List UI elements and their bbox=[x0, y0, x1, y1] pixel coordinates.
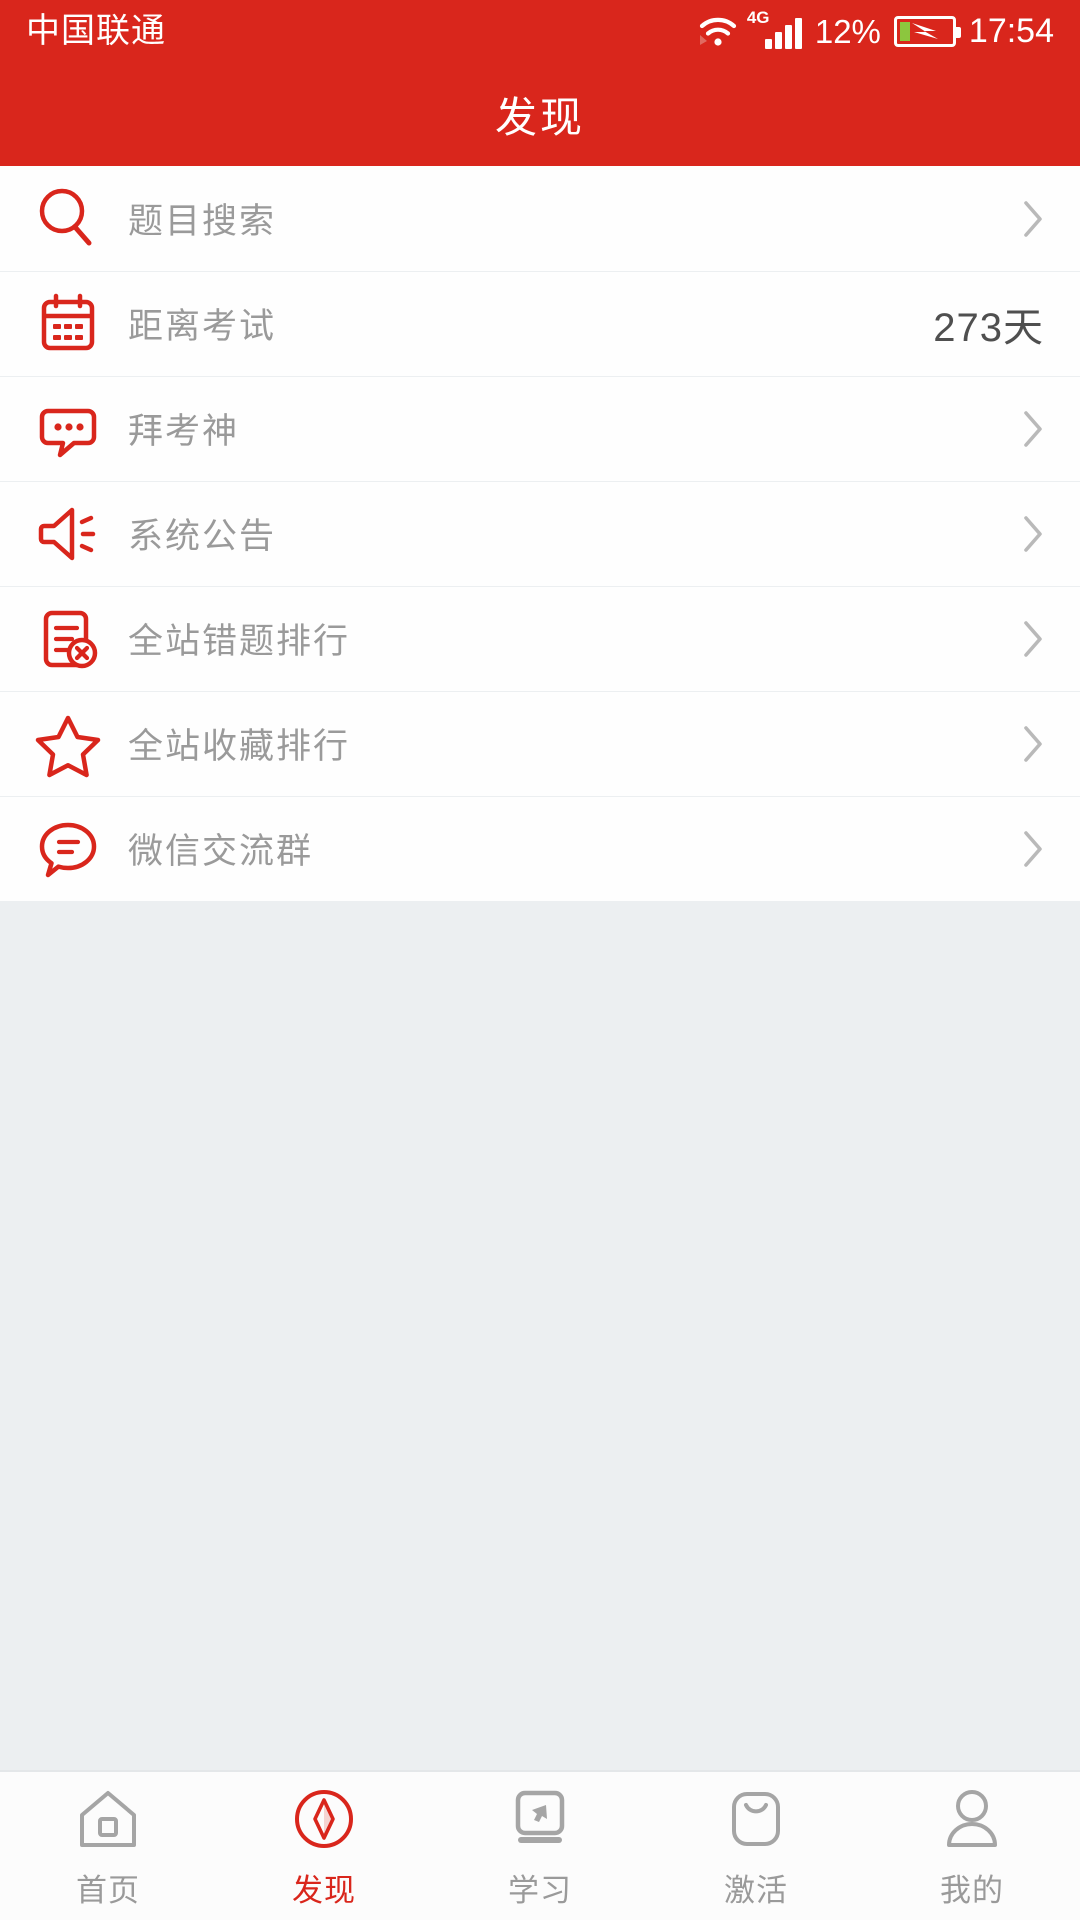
wifi-icon bbox=[698, 14, 738, 48]
home-icon bbox=[72, 1783, 144, 1855]
list-item-favorite-rank[interactable]: 全站收藏排行 bbox=[0, 691, 1080, 796]
chat-bubble-dots-icon bbox=[30, 391, 106, 467]
chevron-right-icon bbox=[1024, 200, 1042, 237]
list-item-label: 微信交流群 bbox=[128, 832, 314, 871]
tab-study[interactable]: 学习 bbox=[432, 1772, 648, 1920]
shopping-bag-icon bbox=[720, 1783, 792, 1855]
tab-label: 激活 bbox=[724, 1872, 788, 1908]
signal-bars-icon: 4G bbox=[747, 9, 802, 49]
list-item-accessory bbox=[1022, 829, 1044, 869]
list-item-accessory: 273天 bbox=[933, 295, 1044, 353]
list-item-search[interactable]: 题目搜索 bbox=[0, 166, 1080, 271]
list-item-accessory bbox=[1022, 619, 1044, 659]
discover-list: 题目搜索 距离考试 273天 拜考神 系统公告 全站错题排行 全站收藏排行 微信… bbox=[0, 166, 1080, 901]
tab-activate[interactable]: 激活 bbox=[648, 1772, 864, 1920]
list-item-accessory bbox=[1022, 409, 1044, 449]
list-item-label: 题目搜索 bbox=[128, 202, 277, 241]
chevron-right-icon bbox=[1024, 620, 1042, 657]
monitor-cursor-icon bbox=[504, 1783, 576, 1855]
search-icon bbox=[30, 181, 106, 257]
chat-bubble-lines-icon bbox=[30, 811, 106, 887]
empty-content-area bbox=[0, 901, 1080, 1770]
list-item-label: 拜考神 bbox=[128, 412, 240, 451]
list-item-wechat-group[interactable]: 微信交流群 bbox=[0, 796, 1080, 901]
list-item-accessory bbox=[1022, 514, 1044, 554]
speaker-announce-icon bbox=[30, 496, 106, 572]
person-icon bbox=[936, 1783, 1008, 1855]
compass-icon bbox=[288, 1783, 360, 1855]
chevron-right-icon bbox=[1024, 515, 1042, 552]
tab-home[interactable]: 首页 bbox=[0, 1772, 216, 1920]
list-item-label: 全站错题排行 bbox=[128, 622, 351, 661]
tab-label: 首页 bbox=[76, 1872, 140, 1908]
tab-label: 发现 bbox=[292, 1872, 356, 1908]
list-item-exam-god[interactable]: 拜考神 bbox=[0, 376, 1080, 481]
list-item-announcement[interactable]: 系统公告 bbox=[0, 481, 1080, 586]
clock-label: 17:54 bbox=[968, 12, 1054, 50]
chevron-right-icon bbox=[1024, 410, 1042, 447]
battery-charging-icon bbox=[893, 15, 961, 47]
tab-discover[interactable]: 发现 bbox=[216, 1772, 432, 1920]
list-item-wrong-question-rank[interactable]: 全站错题排行 bbox=[0, 586, 1080, 691]
exam-countdown-value: 273天 bbox=[933, 305, 1044, 350]
star-icon bbox=[30, 706, 106, 782]
chevron-right-icon bbox=[1024, 830, 1042, 867]
network-type-label: 4G bbox=[746, 8, 770, 27]
list-item-label: 全站收藏排行 bbox=[128, 727, 351, 766]
signal-bar-group bbox=[764, 18, 802, 49]
charging-bolt-icon bbox=[911, 23, 938, 39]
list-item-exam-countdown[interactable]: 距离考试 273天 bbox=[0, 271, 1080, 376]
tab-label: 学习 bbox=[508, 1872, 572, 1908]
list-item-accessory bbox=[1022, 199, 1044, 239]
bottom-tab-bar: 首页 发现 学习 激活 我的 bbox=[0, 1770, 1080, 1920]
page-header: 发现 bbox=[0, 62, 1080, 166]
app-root: 中国联通 4G 12% 17:54 发现 题目搜索 距离考试 273天 拜考神 … bbox=[0, 0, 1080, 1920]
tab-label: 我的 bbox=[940, 1872, 1004, 1908]
page-title: 发现 bbox=[494, 93, 585, 141]
list-item-label: 距离考试 bbox=[128, 307, 277, 346]
status-bar-icons: 4G 12% 17:54 bbox=[698, 9, 1054, 50]
list-item-label: 系统公告 bbox=[128, 517, 277, 556]
document-error-icon bbox=[30, 601, 106, 677]
tab-mine[interactable]: 我的 bbox=[864, 1772, 1080, 1920]
calendar-icon bbox=[30, 286, 106, 362]
status-bar: 中国联通 4G 12% 17:54 bbox=[0, 0, 1080, 62]
battery-percent-label: 12% bbox=[814, 12, 881, 50]
carrier-label: 中国联通 bbox=[26, 12, 166, 50]
list-item-accessory bbox=[1022, 724, 1044, 764]
chevron-right-icon bbox=[1024, 725, 1042, 762]
